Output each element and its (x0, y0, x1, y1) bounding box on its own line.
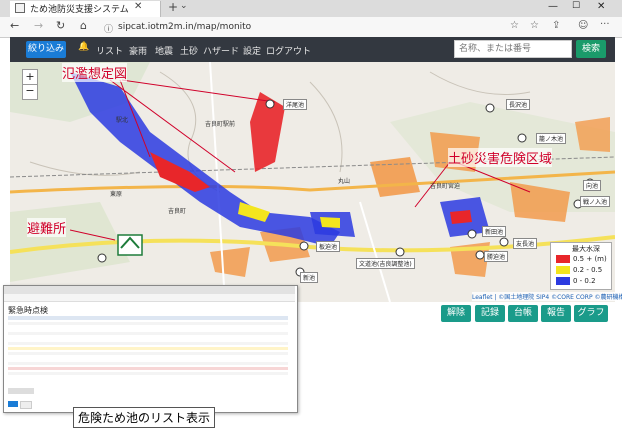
bell-icon[interactable]: 🔔 (78, 42, 89, 52)
record-button[interactable]: 記録 (475, 305, 505, 322)
place-label: 丸山 (338, 178, 351, 185)
zoom-out-button[interactable]: − (22, 84, 38, 100)
menu-earthquake[interactable]: 地震 (155, 44, 173, 57)
inset-pager (8, 388, 34, 394)
legend-swatch-shallow (556, 277, 570, 285)
forward-icon[interactable]: → (34, 19, 43, 32)
window-close-icon[interactable]: ✕ (597, 1, 605, 12)
new-tab-icon[interactable]: + (168, 0, 178, 14)
inset-tab-bar (4, 286, 295, 294)
map-attribution[interactable]: Leaflet | ©国土地理院 SIP4 ©CORE CORP ©農研機構 (472, 292, 622, 301)
menu-landslide[interactable]: 土砂 (180, 44, 198, 57)
legend-label: 0.2 - 0.5 (573, 266, 603, 274)
clear-button[interactable]: 解除 (441, 305, 471, 322)
inset-title: 緊急時点検 (8, 306, 48, 315)
back-icon[interactable]: ← (10, 19, 19, 32)
address-bar[interactable]: sipcat.iotm2m.in/map/monito (118, 22, 251, 32)
profile-icon[interactable]: ☺ (578, 20, 588, 31)
inset-button (20, 401, 32, 409)
collections-icon[interactable]: ☆ (530, 20, 539, 31)
menu-rain[interactable]: 豪雨 (129, 44, 147, 57)
annotation-shelter: 避難所 (27, 218, 67, 237)
filter-button[interactable]: 絞り込み (26, 41, 66, 58)
menu-settings[interactable]: 設定 (243, 44, 261, 57)
legend-swatch-mid (556, 266, 570, 274)
pond-label[interactable]: 向池 (583, 180, 602, 191)
pond-label[interactable]: 勝迫池 (484, 251, 509, 262)
search-button[interactable]: 検索 (576, 40, 606, 58)
pond-label[interactable]: 籠ノ木池 (536, 133, 567, 144)
pond-label[interactable]: 戦ノ入池 (580, 196, 611, 207)
home-icon[interactable]: ⌂ (80, 19, 87, 32)
annotation-flood-map: 氾濫想定図 (62, 63, 128, 82)
list-caption: 危険ため池のリスト表示 (73, 407, 216, 428)
place-label: 吉良町 (168, 208, 187, 215)
inset-table (8, 316, 288, 376)
legend-label: 0.5 + (m) (573, 255, 607, 263)
map-canvas (10, 62, 615, 302)
browser-nav-bar (0, 17, 622, 38)
window-maximize-icon[interactable]: ☐ (572, 1, 580, 11)
search-input[interactable] (454, 40, 572, 58)
tab-title: ため池防災支援システム | (30, 5, 130, 15)
inset-address-bar (4, 294, 295, 302)
inset-table-rows (8, 316, 288, 375)
favorite-icon[interactable]: ☆ (510, 20, 519, 31)
pond-label[interactable]: 友長池 (513, 238, 538, 249)
place-label: 駅北 (116, 117, 129, 124)
window-minimize-icon[interactable]: — (548, 1, 558, 12)
share-icon[interactable]: ⇪ (552, 20, 560, 31)
pond-label[interactable]: 新池 (300, 272, 319, 283)
tab-list-chevron-icon[interactable]: ⌄ (180, 1, 188, 11)
menu-hazard[interactable]: ハザード (203, 44, 239, 57)
ledger-button[interactable]: 台帳 (508, 305, 538, 322)
reload-icon[interactable]: ↻ (56, 19, 65, 32)
pond-label[interactable]: 洋尾池 (283, 99, 308, 110)
pond-label[interactable]: 新田池 (482, 226, 507, 237)
info-icon[interactable]: ⓘ (104, 22, 113, 35)
zoom-in-button[interactable]: + (22, 69, 38, 85)
place-label: 吉良町宮迫 (430, 183, 461, 190)
menu-list[interactable]: リスト (96, 44, 123, 57)
report-button[interactable]: 報告 (541, 305, 571, 322)
place-label: 吉良町駅前 (205, 121, 236, 128)
pond-label[interactable]: 板迫池 (316, 241, 341, 252)
place-label: 東原 (110, 191, 123, 198)
more-icon[interactable]: ··· (600, 19, 610, 30)
inset-button (8, 401, 18, 407)
map-view[interactable] (10, 62, 615, 302)
annotation-landslide-zone: 土砂災害危険区域 (448, 148, 553, 167)
legend-label: 0 - 0.2 (573, 277, 596, 285)
pond-label[interactable]: 文道池(吉良調整池) (356, 258, 415, 269)
graph-button[interactable]: グラフ (574, 305, 608, 322)
tab-close-icon[interactable]: ✕ (134, 1, 142, 12)
legend-swatch-deep (556, 255, 570, 263)
tab-page-icon (15, 3, 25, 13)
legend-title: 最大水深 (572, 245, 600, 253)
menu-logout[interactable]: ログアウト (266, 44, 311, 57)
pond-label[interactable]: 長沢池 (506, 99, 531, 110)
